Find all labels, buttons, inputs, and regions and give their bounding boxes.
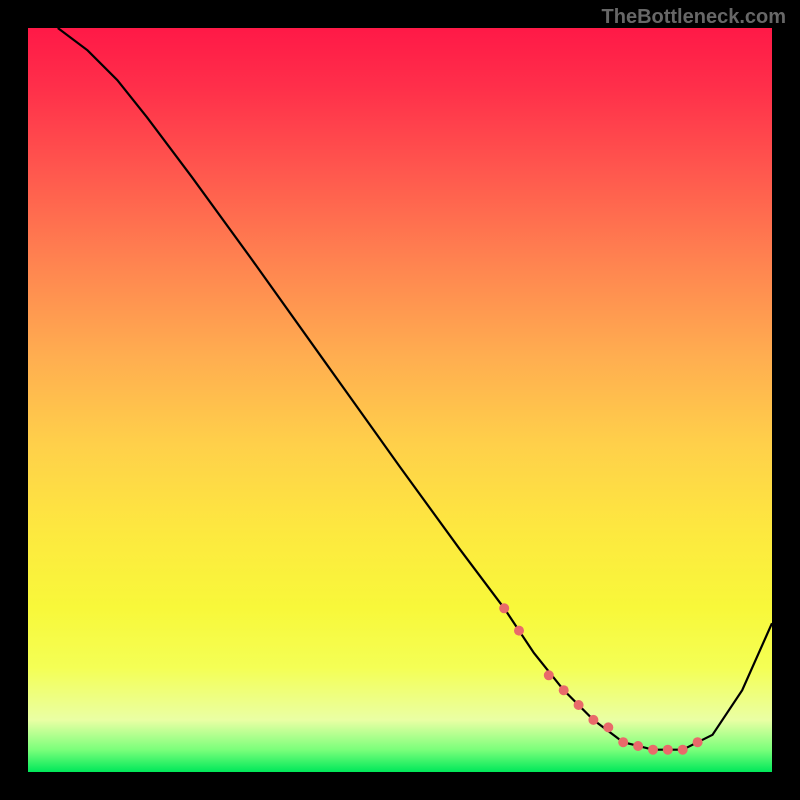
highlight-dot (663, 745, 673, 755)
highlight-dot (693, 737, 703, 747)
highlight-dot (559, 685, 569, 695)
watermark-text: TheBottleneck.com (602, 6, 786, 29)
highlight-dot (574, 700, 584, 710)
highlight-dot (499, 603, 509, 613)
highlight-dot (544, 670, 554, 680)
highlight-dot (603, 722, 613, 732)
highlight-dot (678, 745, 688, 755)
bottleneck-curve-path (58, 28, 772, 750)
highlight-dot (618, 737, 628, 747)
highlight-markers (499, 603, 702, 754)
highlight-dot (633, 741, 643, 751)
chart-svg (28, 28, 772, 772)
highlight-dot (588, 715, 598, 725)
highlight-dot (514, 626, 524, 636)
highlight-dot (648, 745, 658, 755)
plot-area (28, 28, 772, 772)
